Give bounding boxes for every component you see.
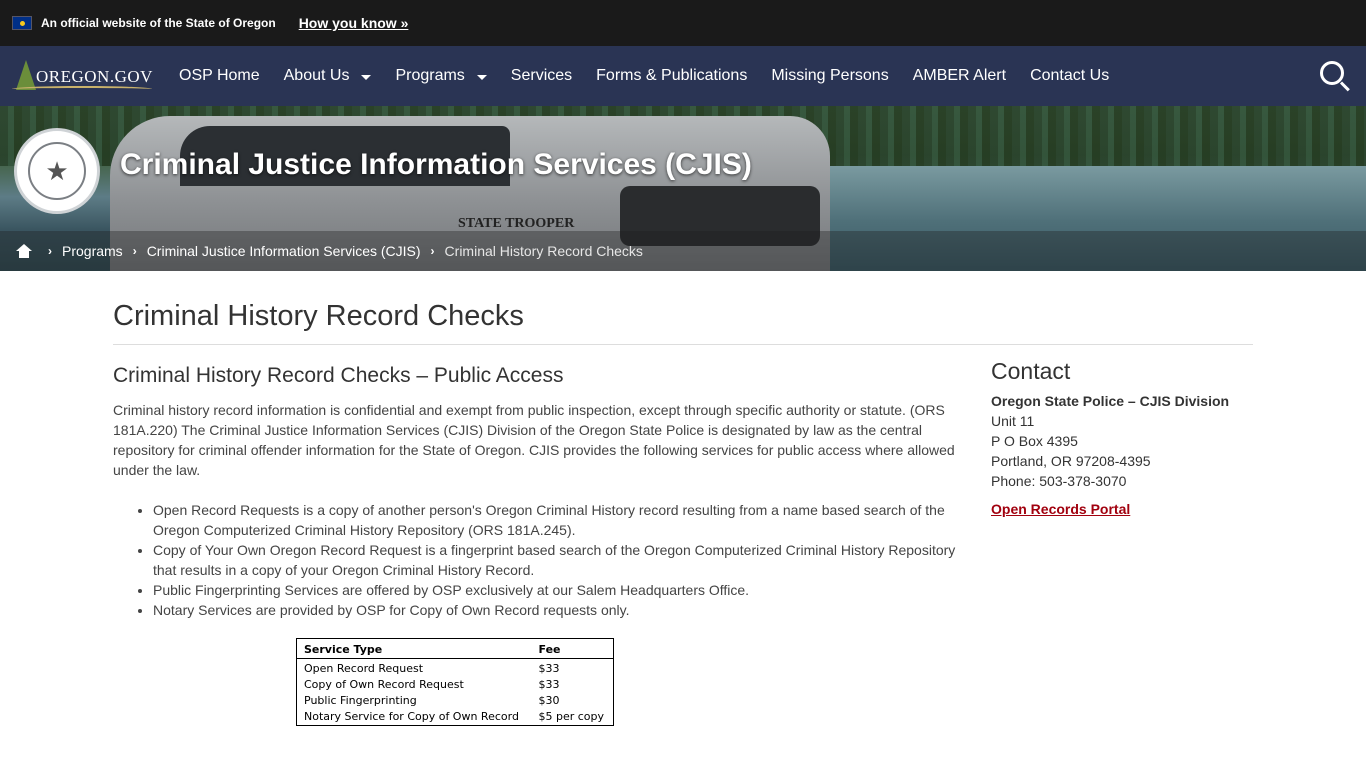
- nav-item-label: About Us: [283, 67, 350, 84]
- title-divider: [113, 344, 1253, 345]
- table-cell: Notary Service for Copy of Own Record: [304, 710, 519, 723]
- table-header-row: Service Type Fee: [296, 638, 614, 659]
- nav-item-label: Forms & Publications: [596, 67, 748, 84]
- tree-icon: [16, 60, 36, 90]
- nav-item-forms-publications[interactable]: Forms & Publications: [584, 46, 759, 106]
- nav-menu: OSP Home About Us Programs Services Form…: [167, 46, 1121, 106]
- chevron-right-icon: ›: [430, 244, 435, 258]
- table-row: Copy of Own Record Request $33: [297, 677, 614, 693]
- contact-sidebar: Contact Oregon State Police – CJIS Divis…: [991, 358, 1253, 519]
- nav-item-programs[interactable]: Programs: [383, 46, 498, 106]
- column-header: Service Type: [296, 638, 532, 659]
- services-list: Open Record Requests is a copy of anothe…: [153, 500, 961, 620]
- nav-item-label: Programs: [395, 67, 465, 84]
- table-cell: Copy of Own Record Request: [304, 678, 464, 691]
- table-cell: $30: [538, 694, 560, 707]
- hero-title: Criminal Justice Information Services (C…: [120, 148, 752, 181]
- contact-po-box: P O Box 4395: [991, 433, 1078, 449]
- section-heading: Criminal History Record Checks – Public …: [113, 364, 564, 387]
- table-cell: $5 per copy: [538, 710, 605, 723]
- nav-item-amber-alert[interactable]: AMBER Alert: [901, 46, 1018, 106]
- table-cell: Open Record Request: [304, 662, 424, 675]
- nav-item-missing-persons[interactable]: Missing Persons: [759, 46, 900, 106]
- intro-paragraph: Criminal history record information is c…: [113, 402, 955, 478]
- how-you-know-link[interactable]: How you know »: [299, 15, 409, 31]
- nav-item-contact-us[interactable]: Contact Us: [1018, 46, 1121, 106]
- column-header: Fee: [531, 638, 614, 659]
- nav-item-label: OSP Home: [179, 67, 260, 84]
- table-row: Open Record Request $33: [297, 659, 614, 678]
- breadcrumb-cjis[interactable]: Criminal Justice Information Services (C…: [147, 243, 421, 259]
- chevron-right-icon: ›: [48, 244, 52, 258]
- breadcrumb-current: Criminal History Record Checks: [444, 243, 643, 259]
- home-icon[interactable]: [16, 244, 32, 258]
- star-icon: ★: [28, 142, 86, 200]
- nav-item-label: Services: [510, 67, 573, 84]
- chevron-right-icon: ›: [132, 244, 137, 258]
- contact-phone: Phone: 503-378-3070: [991, 473, 1127, 489]
- table-row: Public Fingerprinting $30: [297, 693, 614, 709]
- contact-heading: Contact: [991, 358, 1071, 384]
- official-banner: An official website of the State of Oreg…: [0, 0, 1366, 46]
- nav-item-label: Missing Persons: [771, 67, 889, 84]
- search-button[interactable]: [1316, 58, 1352, 94]
- logo-text: OREGON.GOV: [36, 67, 153, 86]
- nav-item-label: Contact Us: [1030, 67, 1110, 84]
- table-cell: $33: [538, 678, 560, 691]
- list-item: Public Fingerprinting Services are offer…: [153, 580, 961, 600]
- breadcrumb-programs[interactable]: Programs: [62, 243, 123, 259]
- open-records-portal-link[interactable]: Open Records Portal: [991, 501, 1130, 517]
- nav-item-label: AMBER Alert: [912, 67, 1007, 84]
- nav-item-about-us[interactable]: About Us: [272, 46, 384, 106]
- oregon-flag-icon: [12, 16, 32, 30]
- list-item: Notary Services are provided by OSP for …: [153, 600, 961, 620]
- main-content: Criminal History Record Checks – Public …: [113, 364, 961, 726]
- table-row: Notary Service for Copy of Own Record $5…: [297, 709, 614, 726]
- osp-seal-icon: ★: [14, 128, 100, 214]
- list-item: Copy of Your Own Oregon Record Request i…: [153, 540, 961, 580]
- table-cell: $33: [538, 662, 560, 675]
- search-icon-handle: [1339, 81, 1350, 92]
- nav-item-osp-home[interactable]: OSP Home: [167, 46, 272, 106]
- table-cell: Public Fingerprinting: [304, 694, 417, 707]
- hero-banner: STATE TROOPER ★ Criminal Justice Informa…: [0, 106, 1366, 271]
- contact-org: Oregon State Police – CJIS Division: [991, 393, 1230, 409]
- main-nav: OREGON.GOV OSP Home About Us Programs Se…: [0, 46, 1366, 106]
- caret-down-icon: [476, 74, 487, 80]
- caret-down-icon: [361, 74, 372, 80]
- page-title: Criminal History Record Checks: [113, 300, 524, 332]
- nav-item-services[interactable]: Services: [499, 46, 584, 106]
- fee-table: Service Type Fee Open Record Request $33…: [296, 638, 614, 726]
- contact-city: Portland, OR 97208-4395: [991, 453, 1151, 469]
- oregon-gov-logo[interactable]: OREGON.GOV: [12, 56, 155, 96]
- official-text: An official website of the State of Oreg…: [41, 16, 276, 30]
- vehicle-label: STATE TROOPER: [458, 216, 575, 231]
- breadcrumb: › Programs › Criminal Justice Informatio…: [0, 231, 1366, 271]
- contact-unit: Unit 11: [991, 413, 1035, 429]
- list-item: Open Record Requests is a copy of anothe…: [153, 500, 961, 540]
